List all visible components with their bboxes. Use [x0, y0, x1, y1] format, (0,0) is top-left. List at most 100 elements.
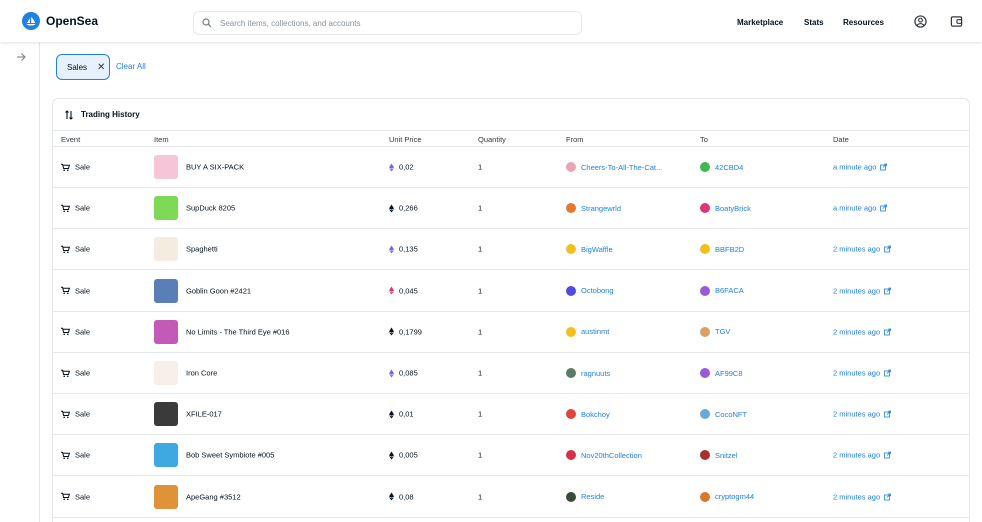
- date-link[interactable]: 2 minutes ago: [833, 368, 892, 378]
- from-account-name: ragnuuts: [581, 368, 611, 378]
- from-account-link[interactable]: ragnuuts: [566, 368, 610, 378]
- external-link-icon: [884, 245, 892, 253]
- avatar: [700, 162, 710, 172]
- table-row[interactable]: Sale Spaghetti 0,135 1 BigWaffle BBFB2D …: [53, 229, 969, 271]
- eth-icon: [389, 451, 394, 460]
- event-cell: Sale: [61, 163, 90, 172]
- brand-logo[interactable]: OpenSea: [22, 12, 98, 30]
- price-value: 0,266: [399, 203, 418, 213]
- filter-chip-label: Sales: [67, 62, 88, 72]
- to-account-link[interactable]: cryptogm44: [700, 491, 754, 502]
- date-link[interactable]: 2 minutes ago: [833, 450, 892, 460]
- nav-marketplace[interactable]: Marketplace: [737, 18, 783, 27]
- to-account-link[interactable]: BBFB2D: [700, 244, 745, 255]
- date-value: 2 minutes ago: [833, 368, 881, 378]
- filter-chip-sales[interactable]: Sales ✕: [56, 54, 110, 80]
- from-account-link[interactable]: BigWaffle: [566, 244, 613, 255]
- date-value: a minute ago: [833, 203, 877, 213]
- item-thumbnail[interactable]: [154, 361, 178, 385]
- date-value: 2 minutes ago: [833, 450, 881, 460]
- table-row[interactable]: Sale ApeGang #3512 0,08 1 Reside cryptog…: [53, 477, 969, 518]
- item-name[interactable]: Spaghetti: [186, 245, 218, 254]
- event-label: Sale: [75, 244, 91, 254]
- date-link[interactable]: 2 minutes ago: [833, 492, 892, 501]
- item-name[interactable]: XFILE-017: [186, 410, 222, 419]
- to-account-name: BoatyBrick: [715, 203, 751, 213]
- date-link[interactable]: 2 minutes ago: [833, 410, 892, 419]
- column-header-unit-price: Unit Price: [389, 135, 422, 144]
- expand-arrow-icon[interactable]: [16, 52, 26, 62]
- date-link[interactable]: a minute ago: [833, 203, 888, 213]
- item-thumbnail[interactable]: [154, 237, 178, 262]
- column-header-quantity: Quantity: [478, 135, 506, 144]
- unit-price-cell: 0,005: [389, 451, 418, 460]
- eth-icon: [389, 204, 394, 213]
- price-value: 0,02: [399, 162, 414, 172]
- date-link[interactable]: 2 minutes ago: [833, 286, 892, 295]
- column-header-date: Date: [833, 135, 849, 144]
- table-row[interactable]: Sale Bob Sweet Symbiote #005 0,005 1 Nov…: [53, 435, 969, 477]
- from-account-link[interactable]: Strangewrld: [566, 203, 621, 214]
- nav-stats[interactable]: Stats: [804, 18, 824, 27]
- close-icon[interactable]: ✕: [97, 62, 105, 73]
- table-row[interactable]: Sale Goblin Goon #2421 0,045 1 Octobong …: [53, 271, 969, 312]
- table-row[interactable]: Sale BUY A SIX-PACK 0,02 1 Cheers-To-All…: [53, 147, 969, 188]
- from-account-link[interactable]: Cheers-To-All-The-Cat...: [566, 162, 662, 172]
- table-row[interactable]: Sale SupDuck 8205 0,266 1 Strangewrld Bo…: [53, 188, 969, 230]
- to-account-link[interactable]: Snitzel: [700, 450, 738, 461]
- table-row[interactable]: Sale XFILE-017 0,01 1 Bokchoy CocoNFT 2 …: [53, 394, 969, 436]
- item-name[interactable]: Iron Core: [186, 369, 217, 378]
- item-thumbnail[interactable]: [154, 402, 178, 427]
- item-name[interactable]: SupDuck 8205: [186, 204, 235, 213]
- to-account-link[interactable]: 42CBD4: [700, 162, 743, 172]
- item-thumbnail[interactable]: [154, 196, 178, 221]
- to-account-link[interactable]: AF99C8: [700, 368, 743, 378]
- from-account-name: Octobong: [581, 286, 614, 296]
- item-thumbnail[interactable]: [154, 155, 178, 179]
- date-link[interactable]: 2 minutes ago: [833, 245, 892, 254]
- item-name[interactable]: BUY A SIX-PACK: [186, 163, 244, 172]
- to-account-link[interactable]: TGV: [700, 326, 730, 337]
- to-account-link[interactable]: B6FACA: [700, 285, 744, 296]
- from-account-link[interactable]: Nov20thCollection: [566, 450, 642, 461]
- panel-header[interactable]: Trading History: [53, 99, 969, 131]
- item-name[interactable]: Goblin Goon #2421: [186, 286, 251, 295]
- avatar: [566, 368, 576, 378]
- item-thumbnail[interactable]: [154, 319, 178, 344]
- external-link-icon: [880, 204, 888, 212]
- event-label: Sale: [75, 286, 91, 296]
- table-row[interactable]: Sale No Limits - The Third Eye #016 0,17…: [53, 312, 969, 353]
- clear-all-button[interactable]: Clear All: [116, 62, 146, 71]
- price-value: 0,045: [399, 286, 418, 296]
- item-thumbnail[interactable]: [154, 443, 178, 468]
- search-input[interactable]: [220, 18, 560, 28]
- to-account-link[interactable]: CocoNFT: [700, 409, 747, 420]
- to-account-link[interactable]: BoatyBrick: [700, 203, 751, 214]
- item-thumbnail[interactable]: [154, 278, 178, 303]
- unit-price-cell: 0,08: [389, 492, 414, 501]
- quantity-value: 1: [478, 368, 483, 378]
- from-account-link[interactable]: Bokchoy: [566, 409, 610, 420]
- account-icon[interactable]: [914, 15, 927, 28]
- from-account-link[interactable]: Reside: [566, 491, 604, 502]
- event-cell: Sale: [61, 369, 90, 378]
- date-link[interactable]: a minute ago: [833, 163, 888, 172]
- wallet-icon[interactable]: [950, 15, 963, 28]
- price-value: 0,08: [399, 492, 414, 502]
- item-thumbnail[interactable]: [154, 484, 178, 509]
- table-row[interactable]: Sale Iron Core 0,085 1 ragnuuts AF99C8 2…: [53, 353, 969, 394]
- cart-icon: [61, 245, 70, 253]
- avatar: [566, 244, 576, 255]
- item-name[interactable]: No Limits - The Third Eye #016: [186, 327, 290, 336]
- date-link[interactable]: 2 minutes ago: [833, 327, 892, 336]
- item-name[interactable]: Bob Sweet Symbiote #005: [186, 451, 274, 460]
- cart-icon: [61, 451, 70, 459]
- to-account-name: BBFB2D: [715, 244, 745, 254]
- item-name[interactable]: ApeGang #3512: [186, 492, 241, 501]
- from-account-link[interactable]: Octobong: [566, 285, 614, 296]
- nav-resources[interactable]: Resources: [843, 18, 884, 27]
- from-account-link[interactable]: austinmt: [566, 326, 609, 337]
- cart-icon: [61, 410, 70, 418]
- trading-history-panel: Trading History Event Item Unit Price Qu…: [52, 98, 970, 522]
- search-bar[interactable]: [193, 11, 582, 35]
